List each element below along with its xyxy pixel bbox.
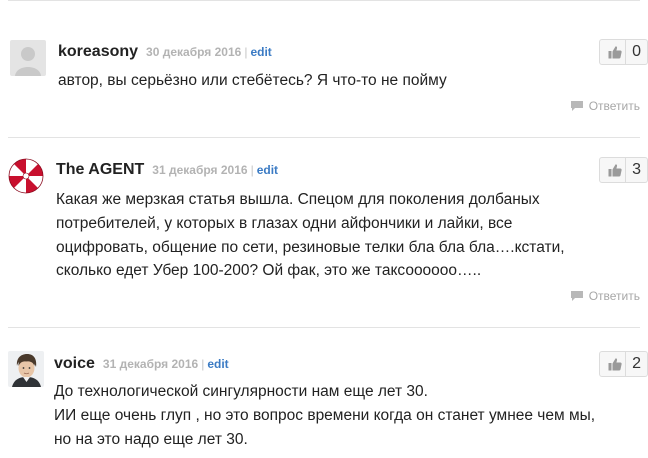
comment-date: 30 декабря 2016 (146, 45, 242, 59)
comment-line: Какая же мерзкая статья вышла. Спецом дл… (56, 191, 540, 208)
comment-line: До технологической сингулярности нам еще… (54, 383, 428, 400)
edit-link[interactable]: edit (207, 357, 228, 371)
like-count: 3 (632, 161, 641, 178)
meta-separator: | (250, 163, 254, 177)
like-button[interactable]: 2 (599, 351, 648, 377)
like-button[interactable]: 0 (599, 39, 648, 65)
user-photo-icon (8, 351, 44, 387)
comment-date: 31 декабря 2016 (102, 357, 199, 371)
edit-link[interactable]: edit (250, 45, 271, 59)
avatar[interactable] (8, 351, 44, 387)
edit-link[interactable]: edit (257, 163, 278, 177)
thumbs-up-icon (600, 352, 627, 376)
comment-line: ИИ еще очень глуп , но это вопрос времен… (54, 406, 596, 424)
comment-line: потребителей, у которых в глазах одни ай… (56, 214, 513, 232)
comment-header: The AGENT 31 декабря 2016 | edit (56, 161, 278, 183)
thumbs-up-icon (600, 158, 627, 182)
comment-divider (8, 327, 640, 328)
like-button[interactable]: 3 (599, 157, 648, 183)
speech-bubble-icon (570, 291, 583, 301)
reply-label: Ответить (588, 99, 640, 113)
author-name[interactable]: koreasony (58, 43, 138, 61)
comment-date: 31 декабря 2016 (152, 163, 248, 177)
meta-separator: | (201, 357, 205, 371)
meta-separator: | (244, 45, 248, 59)
comment-text: автор, вы серьёзно или стебётесь? Я что-… (58, 69, 447, 93)
comment-line: но на это надо еще лет 30. (54, 430, 248, 448)
like-count: 0 (632, 43, 641, 60)
default-avatar-icon (10, 40, 46, 76)
author-name[interactable]: voice (54, 355, 95, 373)
comment-line: автор, вы серьёзно или стебётесь? Я что-… (58, 72, 447, 89)
top-divider (8, 0, 640, 1)
like-count: 2 (632, 355, 641, 372)
comment-text: Какая же мерзкая статья вышла. Спецом дл… (56, 188, 565, 283)
author-name[interactable]: The AGENT (56, 161, 144, 179)
comment-text: До технологической сингулярности нам еще… (54, 380, 595, 451)
avatar[interactable] (10, 40, 46, 76)
reply-button[interactable]: Ответить (570, 98, 640, 114)
avatar[interactable] (8, 158, 44, 194)
reply-button[interactable]: Ответить (570, 288, 640, 304)
reply-label: Ответить (588, 289, 640, 303)
speech-bubble-icon (570, 101, 583, 111)
comment-header: voice 31 декабря 2016 | edit (54, 355, 229, 377)
comment-divider (8, 137, 640, 138)
comment-header: koreasony 30 декабря 2016 | edit (58, 43, 272, 65)
thumbs-up-icon (600, 40, 627, 64)
comment-line: сколько едет Убер 100-200? Ой фак, это ж… (56, 262, 482, 280)
comment-line: оцифровать, общение по сети, резиновые т… (56, 238, 565, 256)
umbrella-logo-icon (8, 158, 44, 194)
